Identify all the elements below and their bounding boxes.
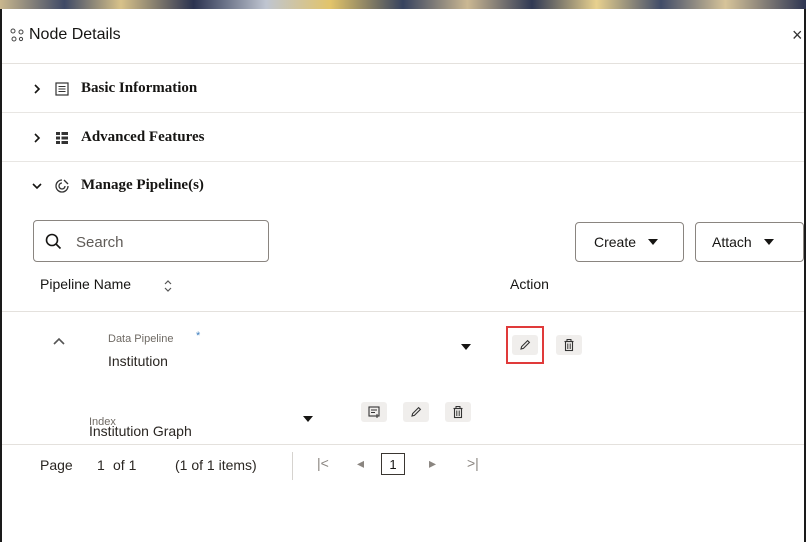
section-label: Basic Information [81, 80, 198, 96]
section-basic-information[interactable]: Basic Information [2, 67, 804, 113]
search-box[interactable] [33, 220, 269, 262]
attach-button-label: Attach [712, 234, 752, 250]
first-page-icon[interactable]: |< [317, 455, 329, 471]
background-banner [0, 0, 806, 9]
previous-page-icon[interactable]: ◂ [357, 455, 364, 472]
pagination-separator [292, 452, 293, 480]
chevron-right-icon [34, 133, 41, 143]
sort-icon[interactable] [163, 279, 173, 293]
data-pipeline-label: Data Pipeline [108, 333, 174, 345]
section-label: Advanced Features [81, 129, 205, 145]
index-dropdown-caret-icon[interactable] [303, 416, 313, 422]
form-icon [55, 82, 69, 96]
delete-index-button[interactable] [445, 402, 471, 422]
caret-down-icon [648, 239, 659, 245]
chevron-up-icon[interactable] [52, 336, 66, 346]
pipeline-dropdown-caret-icon[interactable] [461, 344, 471, 350]
items-summary: (1 of 1 items) [175, 457, 257, 473]
data-pipeline-value: Institution [108, 353, 168, 369]
node-graph-icon [10, 28, 24, 42]
header-divider [2, 311, 804, 312]
index-details-button[interactable] [361, 402, 387, 422]
pencil-icon [411, 406, 422, 417]
dialog-title: Node Details [29, 26, 121, 43]
close-icon[interactable]: × [792, 25, 803, 46]
attach-button[interactable]: Attach [695, 222, 804, 262]
create-button[interactable]: Create [575, 222, 684, 262]
chevron-down-icon [32, 183, 42, 190]
trash-icon [453, 406, 463, 419]
search-icon [45, 233, 62, 250]
form-details-icon [368, 406, 380, 418]
trash-icon [564, 339, 574, 352]
dialog-header: Node Details × [2, 9, 804, 64]
chevron-right-icon [34, 84, 41, 94]
delete-pipeline-button[interactable] [556, 335, 582, 355]
next-page-icon[interactable]: ▸ [429, 455, 436, 472]
features-list-icon [56, 132, 68, 144]
pipeline-icon [55, 179, 69, 193]
edit-index-button[interactable] [403, 402, 429, 422]
section-manage-pipelines[interactable]: Manage Pipeline(s) [2, 164, 804, 210]
page-label: Page [40, 457, 73, 473]
last-page-icon[interactable]: >| [467, 455, 479, 471]
section-advanced-features[interactable]: Advanced Features [2, 116, 804, 162]
column-header-action: Action [510, 276, 549, 292]
total-pages-text: of 1 [113, 457, 137, 473]
required-indicator: * [196, 330, 201, 342]
column-header-pipeline-name[interactable]: Pipeline Name [40, 276, 131, 292]
pagination-divider [2, 444, 804, 445]
highlight-annotation [506, 326, 544, 364]
caret-down-icon [763, 239, 774, 245]
page-number-button[interactable]: 1 [381, 453, 405, 475]
index-value: Institution Graph [89, 423, 192, 439]
create-button-label: Create [594, 234, 637, 250]
search-input[interactable] [74, 230, 263, 254]
section-label: Manage Pipeline(s) [81, 177, 204, 193]
current-page-text: 1 [97, 457, 105, 473]
